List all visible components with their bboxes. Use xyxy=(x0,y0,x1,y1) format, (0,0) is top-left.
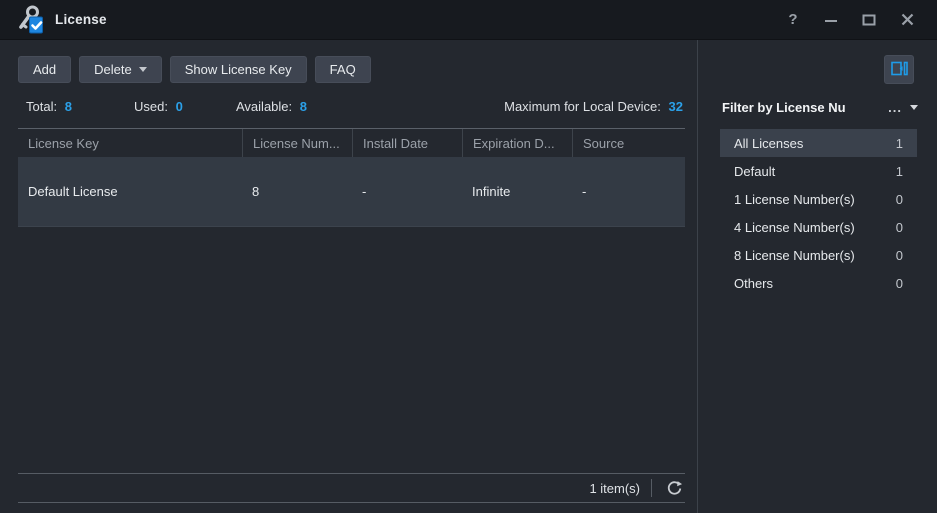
statusbar-divider xyxy=(651,479,652,497)
filter-title-ellipsis: ... xyxy=(888,100,902,115)
max-local-device-label: Maximum for Local Device: xyxy=(504,99,661,114)
column-header-license-number[interactable]: License Num... xyxy=(242,129,352,157)
used-label: Used: xyxy=(134,99,168,114)
column-header-install-date[interactable]: Install Date xyxy=(352,129,462,157)
item-count: 1 item(s) xyxy=(589,481,640,496)
total-label: Total: xyxy=(26,99,57,114)
max-local-device-value: 32 xyxy=(669,99,683,114)
cell-license-number: 8 xyxy=(242,157,352,226)
titlebar: License ? xyxy=(0,0,937,40)
filter-item-count: 0 xyxy=(896,192,903,207)
faq-button-label: FAQ xyxy=(330,62,356,77)
filter-item-label: 1 License Number(s) xyxy=(734,192,855,207)
filter-item-others[interactable]: Others 0 xyxy=(720,269,917,297)
license-table-header: License Key License Num... Install Date … xyxy=(18,128,685,157)
refresh-icon xyxy=(666,480,683,497)
filter-dropdown[interactable]: Filter by License Nu ... xyxy=(722,100,918,115)
chevron-down-icon xyxy=(139,67,147,72)
filter-list: All Licenses 1 Default 1 1 License Numbe… xyxy=(720,129,917,297)
minimize-button[interactable] xyxy=(819,8,843,32)
close-button[interactable] xyxy=(895,8,919,32)
available-label: Available: xyxy=(236,99,292,114)
filter-item-label: 8 License Number(s) xyxy=(734,248,855,263)
filter-sidebar: Filter by License Nu ... All Licenses 1 … xyxy=(698,40,937,513)
filter-title: Filter by License Nu xyxy=(722,100,846,115)
filter-item-label: 4 License Number(s) xyxy=(734,220,855,235)
column-header-expiration-date[interactable]: Expiration D... xyxy=(462,129,572,157)
filter-item-label: All Licenses xyxy=(734,136,803,151)
delete-button-label: Delete xyxy=(94,62,132,77)
show-license-key-button[interactable]: Show License Key xyxy=(170,56,307,83)
filter-item-default[interactable]: Default 1 xyxy=(720,157,917,185)
chevron-down-icon xyxy=(910,105,918,110)
show-license-key-label: Show License Key xyxy=(185,62,292,77)
filter-item-all-licenses[interactable]: All Licenses 1 xyxy=(720,129,917,157)
refresh-button[interactable] xyxy=(663,477,685,499)
table-row-default-license[interactable]: Default License 8 - Infinite - xyxy=(18,157,685,227)
faq-button[interactable]: FAQ xyxy=(315,56,371,83)
cell-expiration-date: Infinite xyxy=(462,157,572,226)
column-header-source[interactable]: Source xyxy=(572,129,685,157)
license-table: License Key License Num... Install Date … xyxy=(18,128,685,227)
window-title: License xyxy=(55,12,107,27)
filter-item-8-license-numbers[interactable]: 8 License Number(s) 0 xyxy=(720,241,917,269)
filter-item-label: Default xyxy=(734,164,775,179)
add-button[interactable]: Add xyxy=(18,56,71,83)
cell-install-date: - xyxy=(352,157,462,226)
filter-item-4-license-numbers[interactable]: 4 License Number(s) 0 xyxy=(720,213,917,241)
filter-item-count: 1 xyxy=(896,164,903,179)
maximize-button[interactable] xyxy=(857,8,881,32)
cell-source: - xyxy=(572,157,685,226)
filter-item-count: 0 xyxy=(896,220,903,235)
cell-license-key: Default License xyxy=(18,157,242,226)
delete-dropdown-button[interactable]: Delete xyxy=(79,56,162,83)
column-header-license-key[interactable]: License Key xyxy=(18,129,242,157)
total-value: 8 xyxy=(65,99,72,114)
filter-item-count: 0 xyxy=(896,276,903,291)
license-stats: Total: 8 Used: 0 Available: 8 Maximum fo… xyxy=(18,99,685,115)
filter-item-1-license-numbers[interactable]: 1 License Number(s) 0 xyxy=(720,185,917,213)
used-value: 0 xyxy=(176,99,183,114)
add-button-label: Add xyxy=(33,62,56,77)
filter-item-count: 0 xyxy=(896,248,903,263)
available-value: 8 xyxy=(300,99,307,114)
toolbar: Add Delete Show License Key FAQ xyxy=(18,56,371,83)
license-key-app-icon xyxy=(16,4,46,36)
help-button[interactable]: ? xyxy=(781,8,805,32)
filter-item-count: 1 xyxy=(896,136,903,151)
filter-item-label: Others xyxy=(734,276,773,291)
statusbar: 1 item(s) xyxy=(18,473,685,503)
